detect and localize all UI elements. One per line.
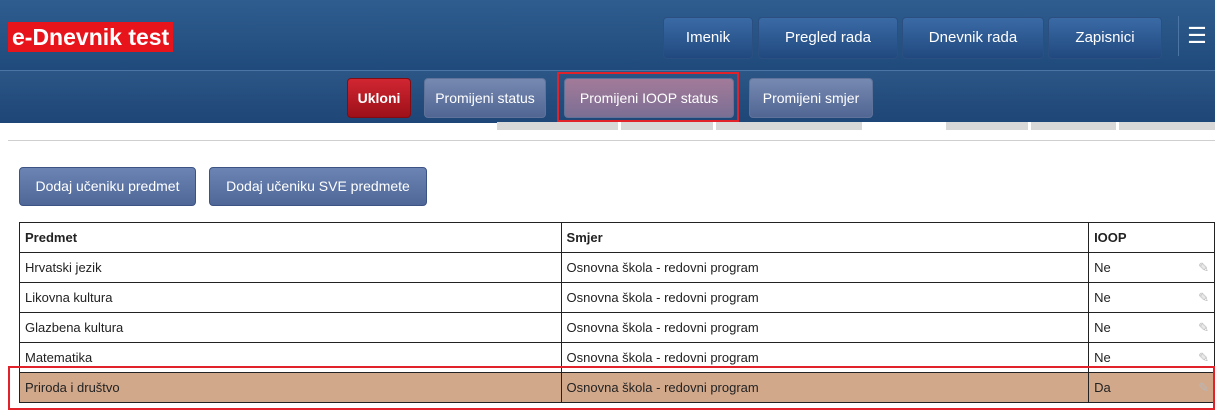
remove-button[interactable]: Ukloni xyxy=(347,78,411,118)
nav-pregled-rada[interactable]: Pregled rada xyxy=(758,17,898,59)
edit-pencil-icon[interactable]: ✎ xyxy=(1198,290,1209,306)
tab-divider xyxy=(1028,122,1031,130)
add-all-subjects-button[interactable]: Dodaj učeniku SVE predmete xyxy=(209,167,427,206)
cell-smjer: Osnovna škola - redovni program xyxy=(560,282,1090,313)
cell-ioop: Ne ✎ xyxy=(1088,312,1215,343)
edit-pencil-icon[interactable]: ✎ xyxy=(1198,320,1209,336)
nav-dnevnik-rada[interactable]: Dnevnik rada xyxy=(902,17,1044,59)
column-header-ioop: IOOP xyxy=(1088,222,1215,253)
cell-ioop: Ne ✎ xyxy=(1088,282,1215,313)
tabs-strip xyxy=(497,122,1215,130)
change-status-button[interactable]: Promijeni status xyxy=(424,78,546,118)
column-header-predmet: Predmet xyxy=(19,222,562,253)
edit-pencil-icon[interactable]: ✎ xyxy=(1198,260,1209,276)
ioop-value: Ne xyxy=(1094,259,1111,275)
table-row[interactable]: Likovna kultura Osnovna škola - redovni … xyxy=(19,282,1215,313)
cell-ioop: Ne ✎ xyxy=(1088,252,1215,283)
cell-smjer: Osnovna škola - redovni program xyxy=(560,252,1090,283)
cell-predmet: Likovna kultura xyxy=(19,282,562,313)
nav-imenik[interactable]: Imenik xyxy=(663,17,753,59)
hamburger-icon[interactable]: ☰ xyxy=(1178,16,1215,56)
tab-divider xyxy=(618,122,621,130)
edit-pencil-icon[interactable]: ✎ xyxy=(1198,350,1209,366)
table-row[interactable]: Glazbena kultura Osnovna škola - redovni… xyxy=(19,312,1215,343)
tab-divider xyxy=(1116,122,1119,130)
ioop-value: Ne xyxy=(1094,349,1111,365)
ioop-value: Ne xyxy=(1094,319,1111,335)
column-header-smjer: Smjer xyxy=(560,222,1090,253)
cell-smjer: Osnovna škola - redovni program xyxy=(560,312,1090,343)
add-subject-button[interactable]: Dodaj učeniku predmet xyxy=(19,167,196,206)
change-direction-button[interactable]: Promijeni smjer xyxy=(749,78,873,118)
cell-predmet: Hrvatski jezik xyxy=(19,252,562,283)
nav-zapisnici[interactable]: Zapisnici xyxy=(1048,17,1162,59)
ioop-value: Ne xyxy=(1094,289,1111,305)
active-tab[interactable] xyxy=(862,122,946,132)
table-header-row: Predmet Smjer IOOP xyxy=(19,222,1215,253)
table-row[interactable]: Hrvatski jezik Osnovna škola - redovni p… xyxy=(19,252,1215,283)
tab-divider xyxy=(713,122,716,130)
selected-row-highlight xyxy=(8,366,1215,410)
top-navbar: e-Dnevnik test Imenik Pregled rada Dnevn… xyxy=(0,0,1215,70)
ioop-button-highlight xyxy=(557,72,739,122)
divider xyxy=(8,140,1215,141)
app-logo[interactable]: e-Dnevnik test xyxy=(8,22,174,52)
cell-predmet: Glazbena kultura xyxy=(19,312,562,343)
